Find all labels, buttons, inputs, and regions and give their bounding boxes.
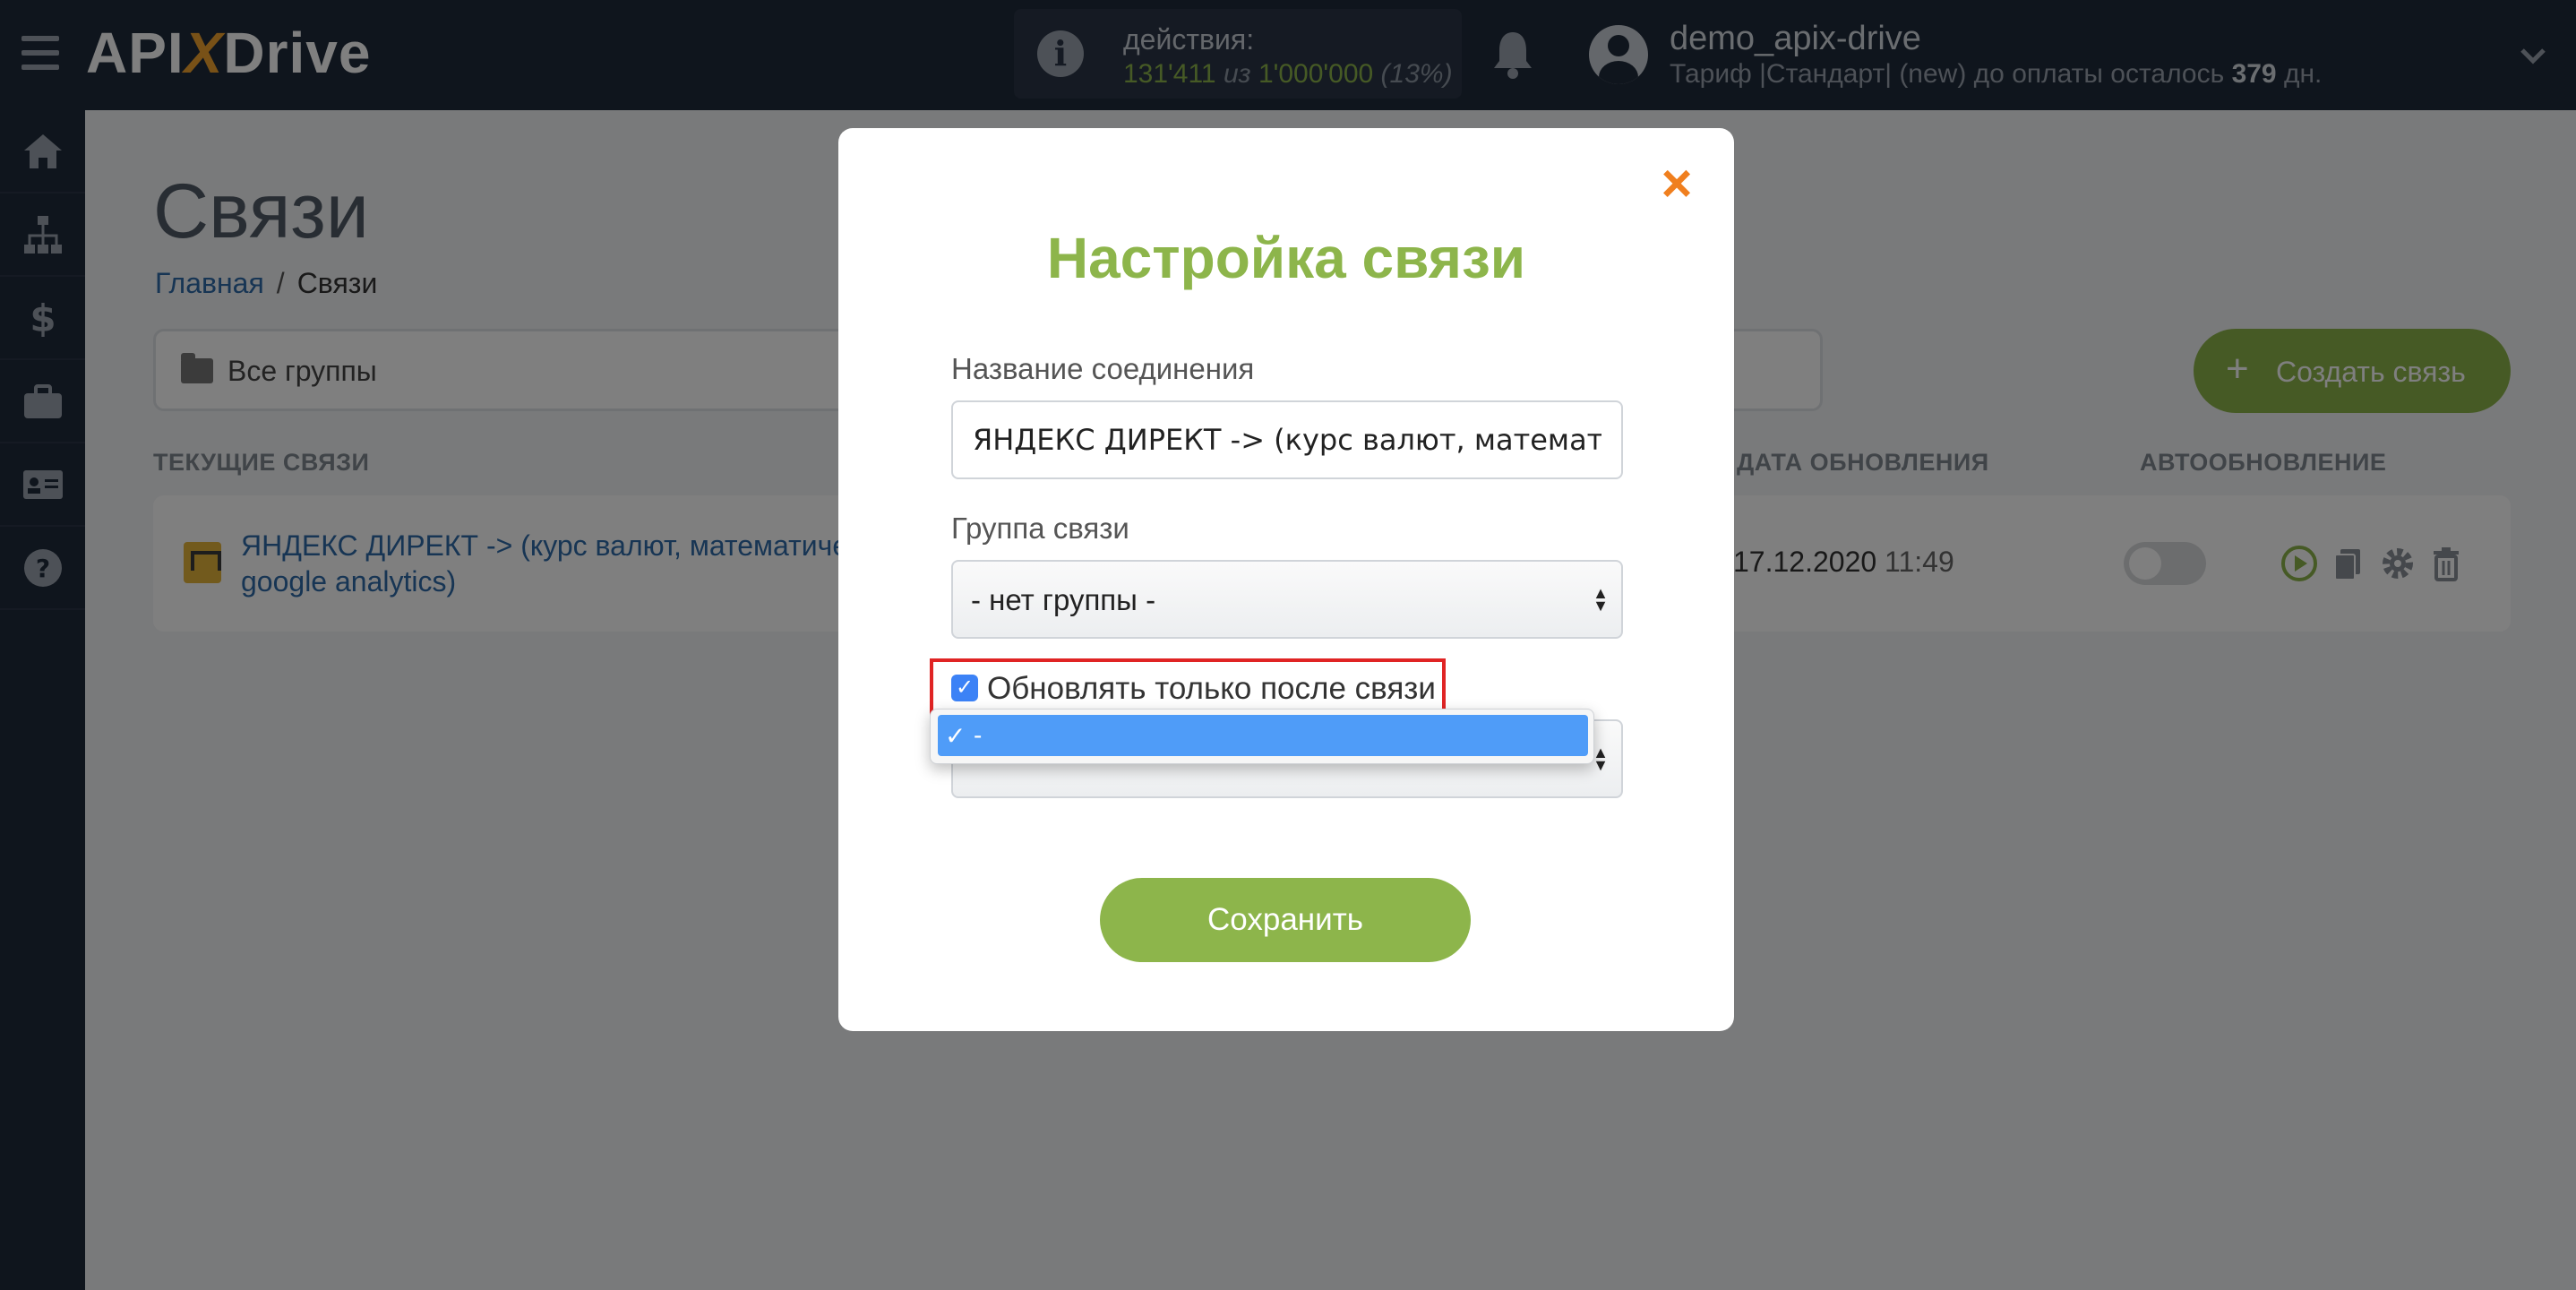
- connection-settings-modal: × Настройка связи Название соединения Гр…: [838, 128, 1734, 1031]
- dropdown-option[interactable]: ✓ -: [938, 715, 1588, 756]
- connection-name-label: Название соединения: [951, 352, 1255, 385]
- select-arrows-icon: ▲ ▼: [1593, 584, 1609, 615]
- connection-group-label: Группа связи: [951, 512, 1129, 545]
- connection-group-select[interactable]: - нет группы - ▲ ▼: [951, 560, 1623, 639]
- save-button[interactable]: Сохранить: [1100, 878, 1471, 962]
- dependency-dropdown-list: ✓ -: [930, 709, 1594, 764]
- modal-title: Настройка связи: [1046, 226, 1526, 290]
- close-icon[interactable]: ×: [1653, 157, 1700, 211]
- select-arrows-icon: ▲ ▼: [1593, 744, 1609, 774]
- checkmark-icon: ✓: [945, 722, 966, 750]
- connection-name-input[interactable]: [951, 400, 1623, 479]
- update-after-connection-label[interactable]: Обновлять только после связи: [987, 671, 1436, 707]
- update-after-connection-checkbox[interactable]: ✓: [951, 675, 978, 701]
